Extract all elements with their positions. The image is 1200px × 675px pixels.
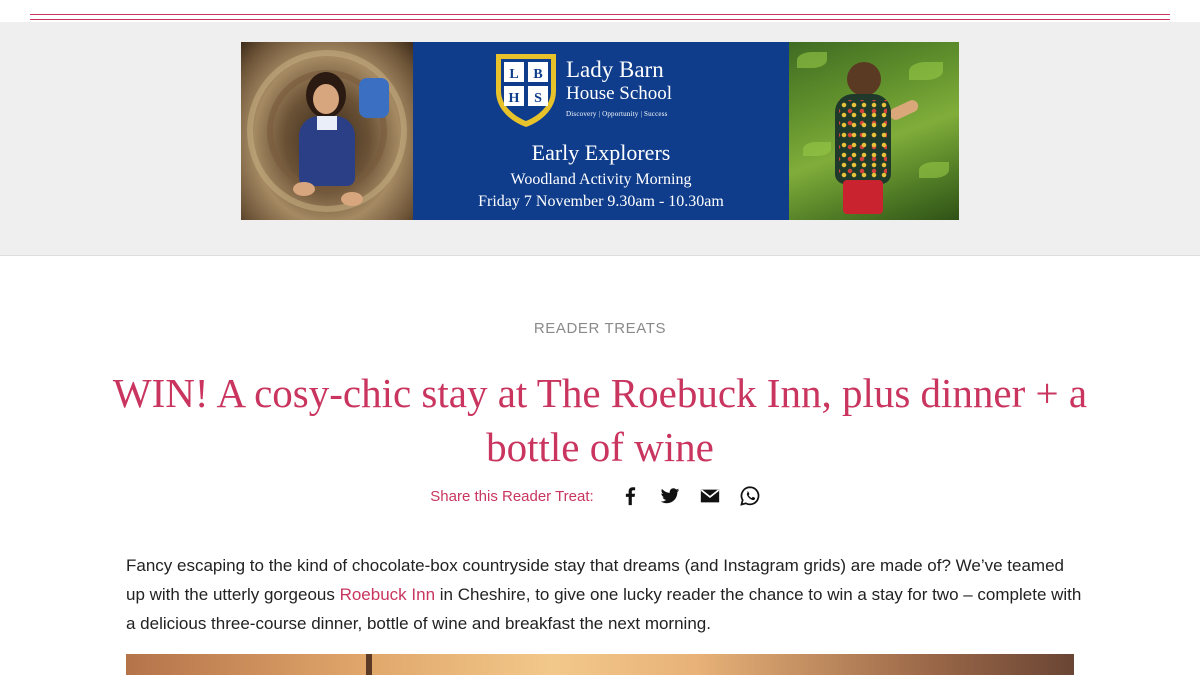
school-tagline: Discovery | Opportunity | Success	[566, 110, 668, 118]
ad-subheading: Woodland Activity Morning	[510, 171, 692, 188]
whatsapp-icon[interactable]	[738, 484, 762, 508]
crest-letter: H	[509, 91, 520, 106]
school-crest-icon: L B H S	[496, 54, 556, 127]
article-intro-paragraph: Fancy escaping to the kind of chocolate-…	[126, 551, 1086, 638]
article-headline: WIN! A cosy-chic stay at The Roebuck Inn…	[112, 370, 1088, 470]
crest-letter: L	[509, 67, 518, 82]
school-name-line1: Lady Barn	[566, 57, 664, 82]
share-label: Share this Reader Treat:	[430, 487, 594, 505]
ad-photo-child-tunnel	[241, 42, 413, 220]
crest-letter: B	[533, 67, 542, 82]
facebook-icon[interactable]	[618, 484, 642, 508]
crest-letter: S	[534, 91, 542, 106]
ad-banner-area: L B H S Lady Barn House School Discovery…	[0, 22, 1200, 256]
twitter-icon[interactable]	[658, 484, 682, 508]
ad-heading: Early Explorers	[531, 140, 671, 165]
school-name-line2: House School	[566, 83, 673, 104]
divider-line	[30, 19, 1170, 20]
category-label[interactable]: READER TREATS	[0, 320, 1200, 337]
ad-photo-child-woods	[789, 42, 959, 220]
article-hero-image	[126, 654, 1074, 675]
top-decoration	[0, 0, 1200, 22]
roebuck-inn-link[interactable]: Roebuck Inn	[340, 585, 435, 604]
ad-text-panel: L B H S Lady Barn House School Discovery…	[413, 42, 789, 220]
share-bar: Share this Reader Treat:	[0, 484, 1200, 508]
email-icon[interactable]	[698, 484, 722, 508]
divider-line	[30, 14, 1170, 15]
ad-date: Friday 7 November 9.30am - 10.30am	[478, 193, 724, 210]
school-advert[interactable]: L B H S Lady Barn House School Discovery…	[241, 42, 959, 220]
